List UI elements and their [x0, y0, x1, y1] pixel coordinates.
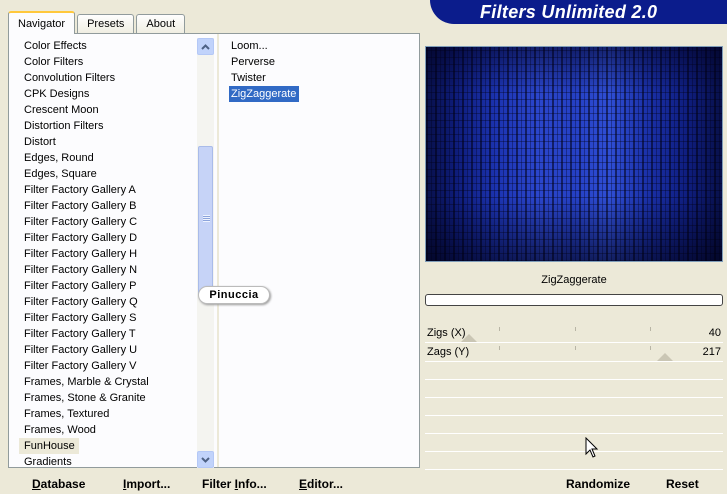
category-item[interactable]: Frames, Stone & Granite — [19, 390, 199, 406]
slider-tick — [499, 327, 500, 331]
category-item[interactable]: FunHouse — [19, 438, 79, 454]
category-item[interactable]: CPK Designs — [19, 86, 199, 102]
category-item[interactable]: Edges, Square — [19, 166, 199, 182]
chevron-down-icon — [201, 456, 210, 463]
mouse-cursor-icon — [585, 437, 599, 458]
grip-icon — [203, 215, 210, 222]
category-item[interactable]: Convolution Filters — [19, 70, 199, 86]
filter-item[interactable]: Loom... — [229, 38, 409, 54]
app-title: Filters Unlimited 2.0 — [480, 2, 658, 22]
param-zags-value: 217 — [702, 346, 721, 358]
category-item[interactable]: Edges, Round — [19, 150, 199, 166]
editor-button[interactable]: Editor... — [299, 477, 343, 491]
app-banner: Filters Unlimited 2.0 — [430, 0, 727, 24]
progress-bar — [425, 294, 723, 306]
empty-param-row — [425, 453, 723, 470]
category-item[interactable]: Filter Factory Gallery U — [19, 342, 199, 358]
tab-strip: Navigator Presets About — [8, 10, 187, 34]
empty-param-row — [425, 381, 723, 398]
category-item[interactable]: Frames, Textured — [19, 406, 199, 422]
tab-about[interactable]: About — [136, 14, 186, 33]
reset-button[interactable]: Reset — [666, 477, 699, 491]
category-item[interactable]: Filter Factory Gallery Q — [19, 294, 199, 310]
category-item[interactable]: Gradients — [19, 454, 199, 466]
category-item[interactable]: Filter Factory Gallery A — [19, 182, 199, 198]
tab-presets[interactable]: Presets — [77, 14, 135, 33]
filter-list: Loom... Perverse Twister ZigZaggerate — [229, 38, 409, 102]
import-button[interactable]: Import... — [123, 477, 170, 491]
database-button[interactable]: Database — [32, 477, 85, 491]
category-item[interactable]: Frames, Marble & Crystal — [19, 374, 199, 390]
param-zigs[interactable]: Zigs (X) 40 — [425, 325, 723, 343]
empty-param-row — [425, 363, 723, 380]
category-item[interactable]: Filter Factory Gallery B — [19, 198, 199, 214]
category-item[interactable]: Filter Factory Gallery N — [19, 262, 199, 278]
category-item[interactable]: Filter Factory Gallery S — [19, 310, 199, 326]
current-filter-name: ZigZaggerate — [541, 274, 607, 286]
scroll-down-button[interactable] — [197, 451, 214, 468]
category-scrollbar[interactable] — [197, 38, 214, 468]
list-divider — [217, 34, 219, 467]
navigator-panel: Color Effects Color Filters Convolution Fi… — [8, 33, 420, 468]
filter-info-button[interactable]: Filter Info... — [202, 477, 267, 491]
filter-item[interactable]: ZigZaggerate — [229, 86, 299, 102]
param-zigs-slider-thumb[interactable] — [461, 334, 478, 342]
category-item[interactable]: Filter Factory Gallery D — [19, 230, 199, 246]
category-item[interactable]: Frames, Wood — [19, 422, 199, 438]
category-item[interactable]: Color Filters — [19, 54, 199, 70]
param-zags[interactable]: Zags (Y) 217 — [425, 344, 723, 362]
randomize-button[interactable]: Randomize — [566, 477, 630, 491]
tab-navigator[interactable]: Navigator — [8, 11, 76, 34]
category-item[interactable]: Filter Factory Gallery T — [19, 326, 199, 342]
slider-tick — [650, 346, 651, 350]
slider-tick — [575, 346, 576, 350]
param-zigs-value: 40 — [708, 327, 721, 339]
category-item[interactable]: Filter Factory Gallery H — [19, 246, 199, 262]
category-item[interactable]: Filter Factory Gallery P — [19, 278, 199, 294]
watermark-logo: Pinuccia — [198, 286, 270, 304]
category-item[interactable]: Crescent Moon — [19, 102, 199, 118]
param-zags-slider-thumb[interactable] — [656, 353, 673, 361]
slider-tick — [575, 327, 576, 331]
bottom-toolbar: Database Import... Filter Info... Editor… — [0, 470, 727, 494]
scroll-thumb[interactable] — [198, 146, 213, 296]
category-item[interactable]: Distort — [19, 134, 199, 150]
category-item[interactable]: Distortion Filters — [19, 118, 199, 134]
category-item[interactable]: Filter Factory Gallery C — [19, 214, 199, 230]
scroll-up-button[interactable] — [197, 38, 214, 55]
category-list: Color Effects Color Filters Convolution Fi… — [19, 38, 199, 466]
chevron-up-icon — [201, 43, 210, 50]
param-zigs-label: Zigs (X) — [427, 327, 466, 339]
empty-param-row — [425, 417, 723, 434]
empty-param-row — [425, 435, 723, 452]
parameter-area: Zigs (X) 40 Zags (Y) 217 — [425, 325, 723, 470]
param-zags-label: Zags (Y) — [427, 346, 470, 358]
filter-item[interactable]: Twister — [229, 70, 409, 86]
empty-param-row — [425, 399, 723, 416]
category-item[interactable]: Filter Factory Gallery V — [19, 358, 199, 374]
category-item[interactable]: Color Effects — [19, 38, 199, 54]
filter-preview-image — [425, 46, 723, 262]
filter-item[interactable]: Perverse — [229, 54, 409, 70]
slider-tick — [650, 327, 651, 331]
slider-tick — [499, 346, 500, 350]
